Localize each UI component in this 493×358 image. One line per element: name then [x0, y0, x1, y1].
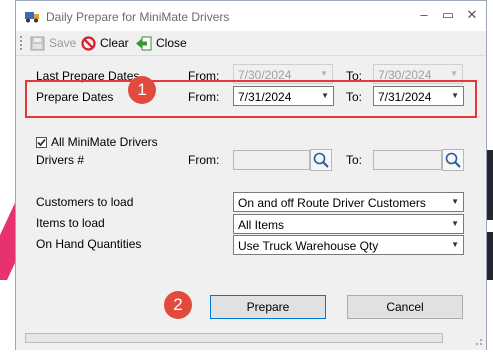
clear-icon: [81, 35, 96, 51]
annotation-badge-2: 2: [164, 291, 192, 319]
drivers-to-lookup-button[interactable]: [442, 149, 464, 171]
drivers-label: Drivers #: [36, 153, 85, 167]
chevron-down-icon[interactable]: ▼: [451, 91, 459, 100]
all-drivers-checkbox[interactable]: [36, 137, 47, 148]
minimize-button[interactable]: –: [415, 7, 433, 23]
customers-to-load-value: On and off Route Driver Customers: [238, 196, 426, 210]
clear-button[interactable]: Clear: [81, 34, 129, 52]
drivers-from-label: From:: [188, 153, 220, 167]
save-button[interactable]: Save: [30, 34, 76, 52]
toolbar-grip[interactable]: [20, 36, 24, 50]
prepare-to-value: 7/31/2024: [378, 90, 432, 104]
chevron-down-icon: ▼: [320, 69, 328, 78]
on-hand-quantities-value: Use Truck Warehouse Qty: [238, 239, 379, 253]
truck-icon: [25, 12, 39, 23]
clear-label: Clear: [100, 36, 129, 50]
search-icon: [445, 152, 461, 168]
maximize-button[interactable]: ▭: [439, 7, 457, 23]
resize-grip[interactable]: [473, 336, 483, 346]
prepare-dates-label: Prepare Dates: [36, 90, 114, 104]
chevron-down-icon[interactable]: ▼: [451, 197, 459, 206]
chevron-down-icon: ▼: [450, 69, 458, 78]
prepare-to-label: To:: [346, 90, 363, 104]
close-button[interactable]: Close: [136, 34, 187, 52]
save-icon: [30, 36, 45, 50]
progress-bar: [25, 333, 443, 343]
items-to-load-label: Items to load: [36, 216, 105, 230]
on-hand-quantities-label: On Hand Quantities: [36, 237, 142, 251]
all-drivers-label[interactable]: All MiniMate Drivers: [51, 135, 158, 149]
chevron-down-icon[interactable]: ▼: [451, 219, 459, 228]
customers-to-load-select[interactable]: On and off Route Driver Customers ▼: [233, 192, 464, 212]
drivers-to-label: To:: [346, 153, 363, 167]
drivers-from-lookup-button[interactable]: [310, 149, 332, 171]
prepare-to-date[interactable]: 7/31/2024 ▼: [373, 86, 464, 106]
prepare-from-label: From:: [188, 90, 220, 104]
prepare-button[interactable]: Prepare: [210, 295, 326, 319]
close-label: Close: [156, 36, 187, 50]
save-label: Save: [49, 36, 77, 50]
toolbar: Save Clear Close: [16, 31, 486, 56]
customers-to-load-label: Customers to load: [36, 195, 134, 209]
cancel-button[interactable]: Cancel: [347, 295, 463, 319]
items-to-load-select[interactable]: All Items ▼: [233, 214, 464, 234]
title-bar: Daily Prepare for MiniMate Drivers – ▭ ✕: [16, 1, 486, 31]
chevron-down-icon[interactable]: ▼: [451, 240, 459, 249]
search-icon: [313, 152, 329, 168]
drivers-from-input: [233, 150, 310, 170]
annotation-badge-1: 1: [128, 76, 156, 104]
window-title: Daily Prepare for MiniMate Drivers: [46, 10, 230, 24]
drivers-to-input: [373, 150, 442, 170]
checkmark-icon: [37, 138, 46, 147]
on-hand-quantities-select[interactable]: Use Truck Warehouse Qty ▼: [233, 235, 464, 255]
chevron-down-icon[interactable]: ▼: [321, 91, 329, 100]
dialog-window: Daily Prepare for MiniMate Drivers – ▭ ✕…: [15, 0, 487, 350]
prepare-from-value: 7/31/2024: [238, 90, 292, 104]
close-window-button[interactable]: ✕: [463, 7, 481, 23]
exit-icon: [136, 36, 152, 50]
prepare-from-date[interactable]: 7/31/2024 ▼: [233, 86, 334, 106]
items-to-load-value: All Items: [238, 218, 285, 232]
